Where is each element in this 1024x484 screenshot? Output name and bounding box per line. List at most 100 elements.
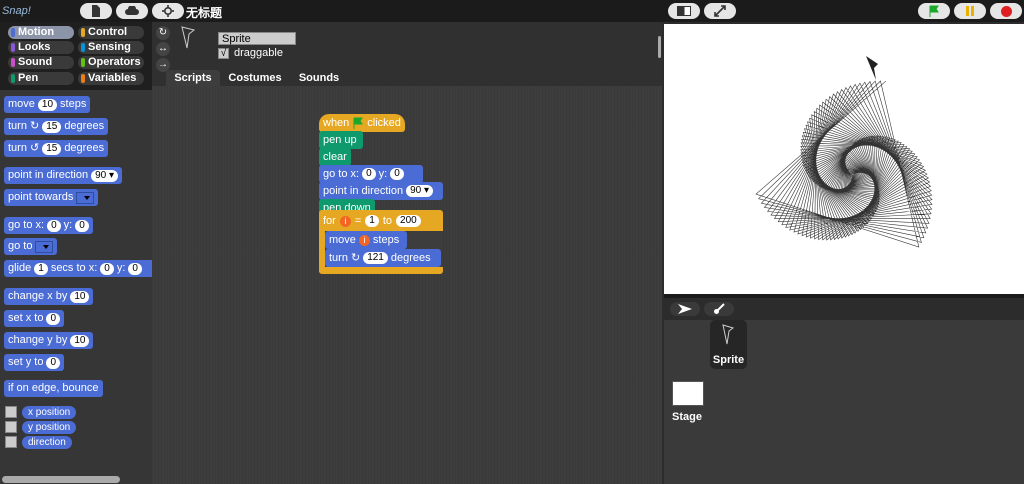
value-slot[interactable]: 10 xyxy=(70,290,90,303)
category-variables[interactable]: Variables xyxy=(78,72,144,85)
settings-button[interactable] xyxy=(152,3,184,19)
tab-sounds[interactable]: Sounds xyxy=(292,70,346,86)
reporter-y-position[interactable]: y position xyxy=(22,421,77,434)
to-slot[interactable]: 200 xyxy=(396,215,421,227)
rotation-style-rotate-button[interactable]: ↻ xyxy=(156,26,170,40)
normal-stage-icon xyxy=(677,6,691,16)
point-in-direction-block[interactable]: point in direction 90 ▾ xyxy=(319,182,443,200)
scripts-vertical-scrollbar[interactable] xyxy=(658,36,661,58)
reporter-direction[interactable]: direction xyxy=(22,436,72,449)
green-flag-button[interactable] xyxy=(918,3,950,19)
pause-button[interactable] xyxy=(954,3,986,19)
stage-thumbnail[interactable] xyxy=(672,381,704,406)
draggable-checkbox[interactable]: √ xyxy=(218,48,229,59)
category-looks[interactable]: Looks xyxy=(8,41,74,54)
block-text: degrees xyxy=(64,120,105,132)
from-slot[interactable]: 1 xyxy=(365,215,379,227)
palette-set-x-block[interactable]: set x to 0 xyxy=(4,310,65,327)
value-slot[interactable]: 10 xyxy=(70,334,90,347)
pen-up-block[interactable]: pen up xyxy=(319,131,363,149)
palette-move-block[interactable]: move 10 steps xyxy=(4,96,91,113)
category-label: Pen xyxy=(18,72,39,84)
loop-variable[interactable]: i xyxy=(358,234,370,246)
sprite-bar: ↻ ↔ → Sprite √ draggable Scripts Costume… xyxy=(152,22,662,86)
direction-slot[interactable]: 90 ▾ xyxy=(91,169,119,182)
stop-button[interactable] xyxy=(990,3,1022,19)
degrees-slot[interactable]: 15 xyxy=(42,142,62,155)
sprite-arrow-icon[interactable] xyxy=(866,56,878,80)
x-slot[interactable]: 0 xyxy=(362,168,376,180)
palette-change-x-block[interactable]: change x by 10 xyxy=(4,288,94,305)
category-color-swatch xyxy=(81,28,85,37)
category-sound[interactable]: Sound xyxy=(8,56,74,69)
sprite-thumbnail[interactable]: Sprite xyxy=(710,320,747,369)
category-pen[interactable]: Pen xyxy=(8,72,74,85)
watcher-checkbox-direction[interactable] xyxy=(5,436,17,448)
snap-logo[interactable]: Snap! xyxy=(2,2,40,20)
block-text: turn xyxy=(8,120,27,132)
block-text: point in direction xyxy=(323,185,404,197)
watcher-checkbox-y-position[interactable] xyxy=(5,421,17,433)
category-color-swatch xyxy=(81,43,85,52)
paint-new-sprite-button[interactable] xyxy=(704,302,734,316)
dropdown-slot[interactable] xyxy=(76,191,95,204)
tab-scripts[interactable]: Scripts xyxy=(166,70,220,86)
reporter-x-position[interactable]: x position xyxy=(22,406,77,419)
palette-bounce-block[interactable]: if on edge, bounce xyxy=(4,380,103,397)
dropdown-slot[interactable] xyxy=(35,240,54,253)
block-text: set x to xyxy=(8,312,44,324)
block-text: y: xyxy=(378,168,388,180)
y-slot[interactable]: 0 xyxy=(390,168,404,180)
palette-change-y-block[interactable]: change y by 10 xyxy=(4,332,94,349)
file-button[interactable] xyxy=(80,3,112,19)
palette-go-to-xy-block[interactable]: go to x: 0 y: 0 xyxy=(4,217,93,234)
stage-size-button[interactable] xyxy=(668,3,700,19)
palette-point-towards-block[interactable]: point towards xyxy=(4,189,99,206)
watcher-checkbox-x-position[interactable] xyxy=(5,406,17,418)
sprite-label: Sprite xyxy=(712,354,745,366)
value-slot[interactable]: 0 xyxy=(46,312,61,325)
sprite-name-field[interactable]: Sprite xyxy=(218,32,296,45)
category-motion[interactable]: Motion xyxy=(8,26,74,39)
degrees-slot[interactable]: 15 xyxy=(42,120,62,133)
degrees-slot[interactable]: 121 xyxy=(363,252,388,264)
go-to-xy-block[interactable]: go to x: 0 y: 0 xyxy=(319,165,423,183)
category-operators[interactable]: Operators xyxy=(78,56,144,69)
palette-turn-clockwise-block[interactable]: turn ↻ 15 degrees xyxy=(4,118,109,135)
loop-variable[interactable]: i xyxy=(339,215,351,227)
rotation-style-flip-button[interactable]: ↔ xyxy=(156,42,170,56)
palette-go-to-block[interactable]: go to xyxy=(4,238,58,255)
move-variable-block[interactable]: move i steps xyxy=(325,231,407,249)
y-slot[interactable]: 0 xyxy=(75,219,89,232)
x-slot[interactable]: 0 xyxy=(47,219,61,232)
palette-glide-block[interactable]: glide 1 secs to x: 0 y: 0 xyxy=(4,260,152,277)
secs-slot[interactable]: 1 xyxy=(34,262,48,275)
block-text: clear xyxy=(323,151,347,163)
project-title: 无标题 xyxy=(186,6,223,20)
draggable-label: draggable xyxy=(234,47,283,59)
add-turtle-button[interactable] xyxy=(670,302,700,316)
block-text: degrees xyxy=(390,252,431,264)
direction-slot[interactable]: 90 ▾ xyxy=(406,185,434,197)
palette-horizontal-scrollbar[interactable] xyxy=(2,476,120,483)
palette-point-in-direction-block[interactable]: point in direction 90 ▾ xyxy=(4,167,123,184)
category-label: Sensing xyxy=(88,41,131,53)
block-text: glide xyxy=(8,262,32,274)
when-flag-clicked-hat-block[interactable]: when clicked xyxy=(319,114,405,132)
stage[interactable] xyxy=(664,24,1024,294)
category-sensing[interactable]: Sensing xyxy=(78,41,144,54)
scripts-area[interactable]: when clicked pen up clear go to x: 0 y: 0 p… xyxy=(152,86,662,484)
file-icon xyxy=(92,5,100,17)
x-slot[interactable]: 0 xyxy=(100,262,114,275)
value-slot[interactable]: 0 xyxy=(46,356,61,369)
clear-block[interactable]: clear xyxy=(319,148,351,166)
tab-costumes[interactable]: Costumes xyxy=(224,70,286,86)
steps-slot[interactable]: 10 xyxy=(37,98,58,111)
fullscreen-button[interactable] xyxy=(704,3,736,19)
turn-clockwise-block[interactable]: turn ↻ 121 degrees xyxy=(325,249,441,267)
cloud-button[interactable] xyxy=(116,3,148,19)
palette-turn-counterclockwise-block[interactable]: turn ↺ 15 degrees xyxy=(4,140,109,157)
category-control[interactable]: Control xyxy=(78,26,144,39)
y-slot[interactable]: 0 xyxy=(128,262,142,275)
palette-set-y-block[interactable]: set y to 0 xyxy=(4,354,65,371)
